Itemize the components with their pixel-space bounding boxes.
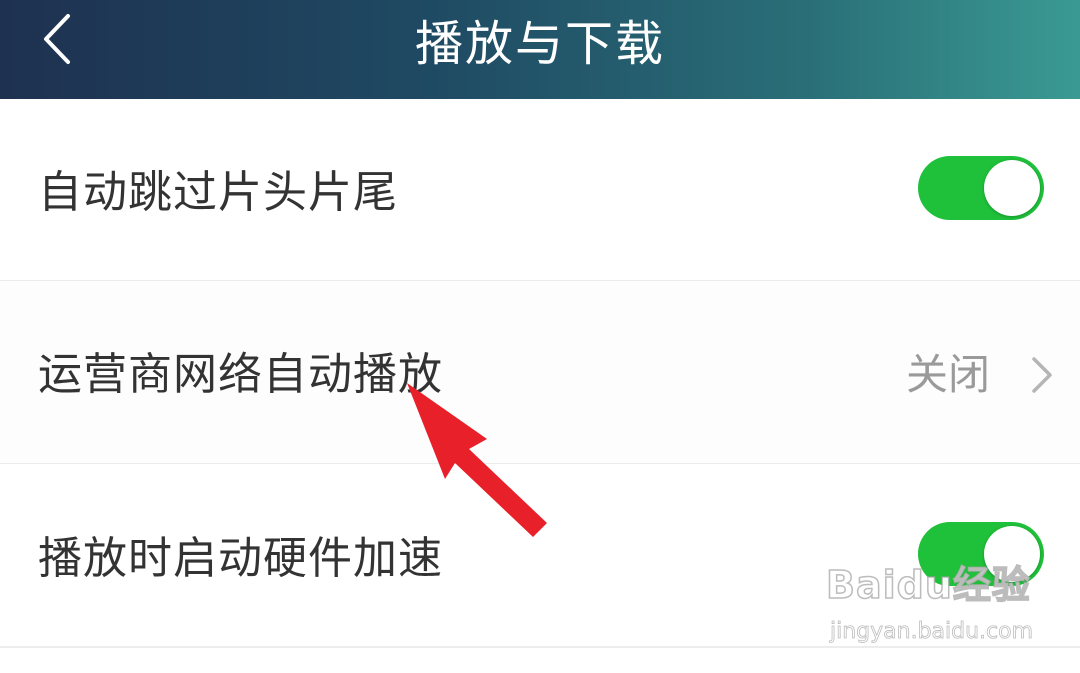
page-title: 播放与下载 (414, 16, 665, 72)
divider (0, 646, 1080, 648)
hardware-acceleration-toggle[interactable] (918, 522, 1044, 586)
setting-label: 运营商网络自动播放 (38, 349, 443, 400)
setting-row-hardware-acceleration[interactable]: 播放时启动硬件加速 (0, 464, 1080, 646)
toggle-knob (984, 160, 1040, 216)
setting-label: 自动跳过片头片尾 (38, 167, 398, 218)
chevron-right-icon (1032, 357, 1052, 393)
setting-row-skip-intro-outro[interactable]: 自动跳过片头片尾 (0, 99, 1080, 280)
skip-intro-outro-toggle[interactable] (918, 156, 1044, 220)
setting-row-cellular-autoplay[interactable]: 运营商网络自动播放 关闭 (0, 281, 1080, 463)
toggle-knob (984, 526, 1040, 582)
top-bar: 播放与下载 (0, 0, 1080, 99)
setting-value: 关闭 (906, 350, 991, 399)
setting-label: 播放时启动硬件加速 (38, 533, 443, 584)
